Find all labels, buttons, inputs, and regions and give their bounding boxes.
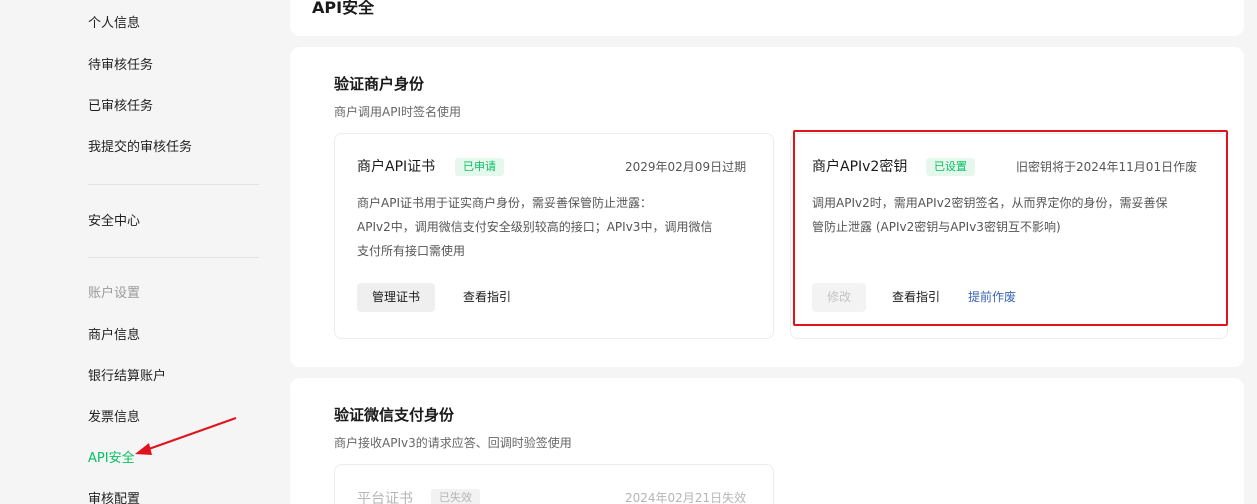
cert-expiry: 2029年02月09日过期 xyxy=(625,160,747,174)
key-description: 调用APIv2时，需用APIv2密钥签名，从而界定你的身份，需妥善保 管防止泄露… xyxy=(812,191,1217,239)
sidebar-divider xyxy=(88,184,259,185)
page-header-panel xyxy=(290,0,1244,36)
platform-cert-title: 平台证书 xyxy=(357,491,413,504)
sidebar-item-pending-review[interactable]: 待审核任务 xyxy=(88,57,153,75)
sidebar-divider xyxy=(88,257,259,258)
key-desc-line: 管防止泄露 (APIv2密钥与APIv3密钥互不影响) xyxy=(812,220,1061,234)
status-badge: 已失效 xyxy=(431,489,480,504)
merchant-section-title: 验证商户身份 xyxy=(334,75,425,93)
sidebar-item-my-submitted[interactable]: 我提交的审核任务 xyxy=(88,139,192,157)
cert-description: 商户API证书用于证实商户身份，需妥善保管防止泄露： APIv2中，调用微信支付… xyxy=(357,191,757,263)
sidebar-item-merchant-info[interactable]: 商户信息 xyxy=(88,327,140,345)
sidebar-item-bank-account[interactable]: 银行结算账户 xyxy=(88,368,166,386)
sidebar-item-security-center[interactable]: 安全中心 xyxy=(88,213,140,231)
sidebar-item-reviewed[interactable]: 已审核任务 xyxy=(88,98,153,116)
sidebar-item-personal-info[interactable]: 个人信息 xyxy=(88,15,140,33)
status-badge: 已申请 xyxy=(455,158,504,176)
key-guide-link[interactable]: 查看指引 xyxy=(892,289,940,305)
merchant-section-subtitle: 商户调用API时签名使用 xyxy=(334,105,461,119)
cert-desc-line: 商户API证书用于证实商户身份，需妥善保管防止泄露： xyxy=(357,196,652,210)
key-expiry-notice: 旧密钥将于2024年11月01日作废 xyxy=(1016,160,1198,174)
sidebar-item-invoice-info[interactable]: 发票信息 xyxy=(88,409,140,427)
key-desc-line: 调用APIv2时，需用APIv2密钥签名，从而界定你的身份，需妥善保 xyxy=(812,196,1168,210)
sidebar-group-account-settings: 账户设置 xyxy=(88,286,141,301)
wechat-section-subtitle: 商户接收APIv3的请求应答、回调时验签使用 xyxy=(334,436,572,450)
modify-key-button[interactable]: 修改 xyxy=(812,283,867,312)
wechat-section-title: 验证微信支付身份 xyxy=(334,406,455,424)
status-badge: 已设置 xyxy=(926,158,975,176)
sidebar-item-api-security[interactable]: API安全 xyxy=(88,450,135,468)
key-card-title: 商户APIv2密钥 xyxy=(812,159,908,175)
manage-cert-button[interactable]: 管理证书 xyxy=(357,283,436,312)
revoke-key-link[interactable]: 提前作废 xyxy=(968,289,1016,305)
cert-guide-link[interactable]: 查看指引 xyxy=(463,289,511,305)
cert-card-title: 商户API证书 xyxy=(357,159,436,175)
cert-desc-line: APIv2中，调用微信支付安全级别较高的接口；APIv3中，调用微信 xyxy=(357,220,713,234)
platform-cert-expiry: 2024年02月21日失效 xyxy=(625,491,747,504)
sidebar-item-review-config[interactable]: 审核配置 xyxy=(88,491,140,504)
sidebar: 个人信息 待审核任务 已审核任务 我提交的审核任务 安全中心 账户设置 商户信息… xyxy=(0,0,290,504)
page-title: API安全 xyxy=(312,0,375,17)
cert-desc-line: 支付所有接口需使用 xyxy=(357,244,466,258)
